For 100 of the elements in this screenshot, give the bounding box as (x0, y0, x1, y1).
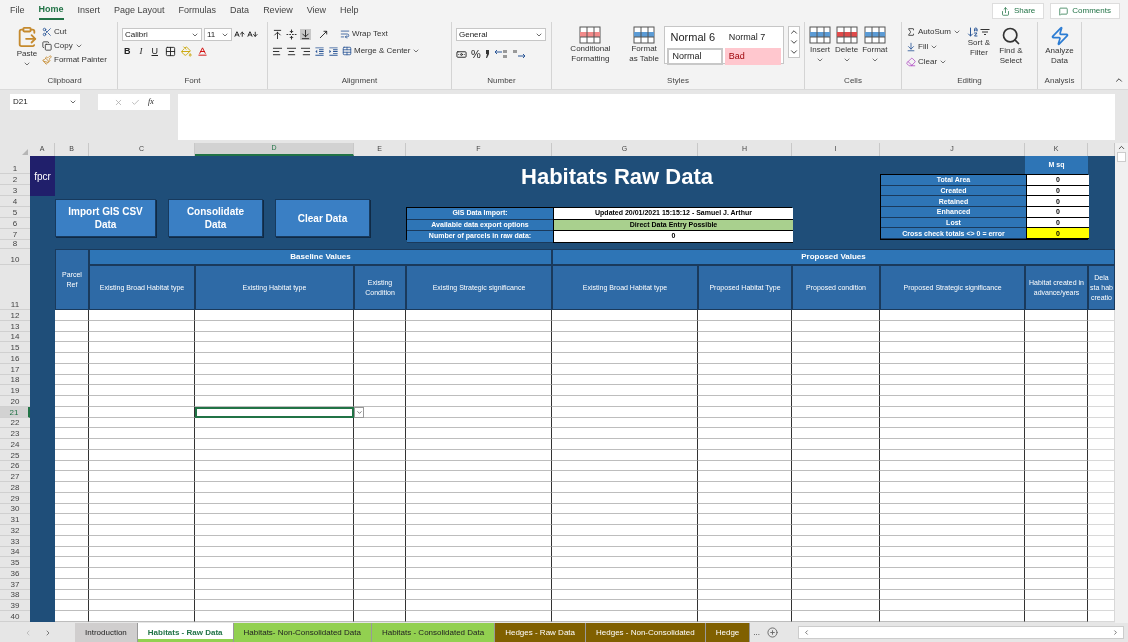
row-header[interactable]: 31 (0, 514, 30, 525)
gallery-scroller[interactable] (788, 26, 800, 58)
selected-cell[interactable] (195, 406, 354, 418)
name-box[interactable]: D21 (10, 94, 80, 110)
insert-function-button[interactable]: fx (148, 96, 154, 108)
number-format-field[interactable]: General (456, 28, 546, 41)
conditional-formatting-button[interactable]: Conditional Formatting (556, 26, 625, 64)
row-header[interactable]: 25 (0, 449, 30, 461)
row-header[interactable]: 18 (0, 374, 30, 386)
sheet-tab[interactable]: Hedges - Non-Consolidated (586, 623, 706, 642)
menu-tab[interactable]: Review (263, 2, 293, 20)
menu-tab[interactable]: Page Layout (114, 2, 165, 20)
cut-button[interactable]: Cut (42, 26, 107, 38)
cell-dropdown-button[interactable] (354, 406, 364, 418)
row-header[interactable]: 20 (0, 396, 30, 407)
row-header[interactable]: 22 (0, 417, 30, 429)
menu-tab[interactable]: View (306, 2, 326, 20)
row-header[interactable]: 36 (0, 568, 30, 579)
menu-tab[interactable]: Help (340, 2, 359, 20)
row-header[interactable]: 16 (0, 353, 30, 364)
formula-input[interactable] (178, 94, 1115, 140)
vertical-scrollbar[interactable] (1115, 143, 1128, 623)
enter-icon (131, 97, 141, 107)
find-select-button[interactable]: Find & Select (996, 26, 1025, 66)
row-header[interactable]: 24 (0, 439, 30, 450)
row-header[interactable]: 5 (0, 207, 30, 218)
row-header[interactable]: 38 (0, 589, 30, 601)
row-header[interactable]: 40 (0, 611, 30, 622)
clear-button[interactable]: Clear (906, 56, 961, 68)
grow-font-icon (234, 29, 245, 40)
horizontal-scrollbar[interactable] (798, 626, 1124, 639)
row-header[interactable]: 2 (0, 174, 30, 185)
comments-button[interactable]: Comments (1050, 3, 1120, 19)
format-button[interactable]: Format (862, 26, 888, 64)
insert-button[interactable]: Insert (809, 26, 831, 64)
row-header[interactable]: 35 (0, 557, 30, 568)
menu-tab[interactable]: Insert (77, 2, 101, 20)
macro-button[interactable]: Import GIS CSV Data (55, 199, 156, 237)
menu-tab[interactable]: Formulas (178, 2, 217, 20)
row-header[interactable]: 34 (0, 546, 30, 558)
sheet-tab[interactable]: Habitats - Raw Data (137, 623, 234, 642)
sort-filter-button[interactable]: Sort & Filter (964, 26, 993, 58)
scrollbar-thumb[interactable] (1117, 152, 1126, 162)
sheet-tab[interactable]: Hedges - Raw Data (495, 623, 586, 642)
row-header[interactable]: 1 (0, 156, 30, 174)
menu-tab[interactable]: Home (38, 2, 64, 20)
delete-button[interactable]: Delete (835, 26, 859, 64)
cell-style[interactable]: Bad (724, 47, 781, 65)
wrap-text-button[interactable]: Wrap Text (340, 28, 388, 40)
font-size-field[interactable]: 11 (204, 28, 232, 41)
row-header[interactable]: 15 (0, 342, 30, 353)
row-header[interactable]: 27 (0, 471, 30, 482)
share-button[interactable]: Share (991, 3, 1045, 19)
row-header[interactable]: 13 (0, 320, 30, 332)
row-header[interactable]: 37 (0, 578, 30, 590)
menu-tab[interactable]: File (10, 2, 25, 20)
row-header[interactable]: 30 (0, 503, 30, 515)
paste-button[interactable]: Paste (16, 26, 38, 68)
row-header[interactable]: 32 (0, 525, 30, 536)
row-header[interactable]: 10 (0, 249, 30, 265)
fill-button[interactable]: Fill (906, 41, 961, 53)
row-header[interactable]: 33 (0, 535, 30, 547)
bold-button[interactable]: B (122, 45, 133, 59)
row-header[interactable]: 21 (0, 406, 30, 418)
sheet-tab[interactable]: Habitats - Consolidated Data (371, 623, 496, 642)
cell-style[interactable]: Normal (666, 47, 723, 65)
format-painter-button[interactable]: Format Painter (42, 54, 107, 66)
underline-button[interactable]: U (149, 45, 160, 59)
row-header[interactable]: 11 (0, 265, 30, 310)
macro-button[interactable]: Consolidate Data (168, 199, 263, 237)
macro-button[interactable]: Clear Data (275, 199, 370, 237)
merge-center-button[interactable]: Merge & Center (342, 45, 421, 57)
row-header[interactable]: 17 (0, 363, 30, 375)
row-header[interactable]: 14 (0, 331, 30, 343)
row-header[interactable]: 12 (0, 310, 30, 321)
sheet-tab[interactable]: Habitats- Non-Consolidated Data (233, 623, 372, 642)
row-header[interactable]: 6 (0, 218, 30, 229)
copy-button[interactable]: Copy (42, 40, 107, 52)
row-header[interactable]: 29 (0, 492, 30, 504)
row-header[interactable]: 39 (0, 600, 30, 611)
sheet-tab[interactable]: Hedge (705, 623, 751, 642)
row-header[interactable]: 7 (0, 229, 30, 240)
scroll-right-icon (1112, 629, 1119, 636)
table-cell (55, 460, 89, 472)
format-as-table-button[interactable]: Format as Table (628, 26, 660, 64)
sheet-tab[interactable]: Introduction (75, 623, 138, 642)
font-name-field[interactable]: Calibri (122, 28, 202, 41)
row-header[interactable]: 23 (0, 428, 30, 439)
row-header[interactable]: 4 (0, 196, 30, 207)
autosum-button[interactable]: AutoSum (906, 26, 961, 38)
more-sheets-button[interactable]: ... (750, 623, 763, 642)
percent-button[interactable]: % (471, 46, 481, 63)
row-header[interactable]: 28 (0, 482, 30, 493)
menu-tab[interactable]: Data (230, 2, 250, 20)
italic-button[interactable]: I (137, 45, 145, 59)
analyze-data-button[interactable]: Analyze Data (1042, 26, 1077, 66)
row-header[interactable]: 3 (0, 185, 30, 196)
row-header[interactable]: 8 (0, 240, 30, 249)
row-header[interactable]: 19 (0, 385, 30, 396)
row-header[interactable]: 26 (0, 460, 30, 472)
